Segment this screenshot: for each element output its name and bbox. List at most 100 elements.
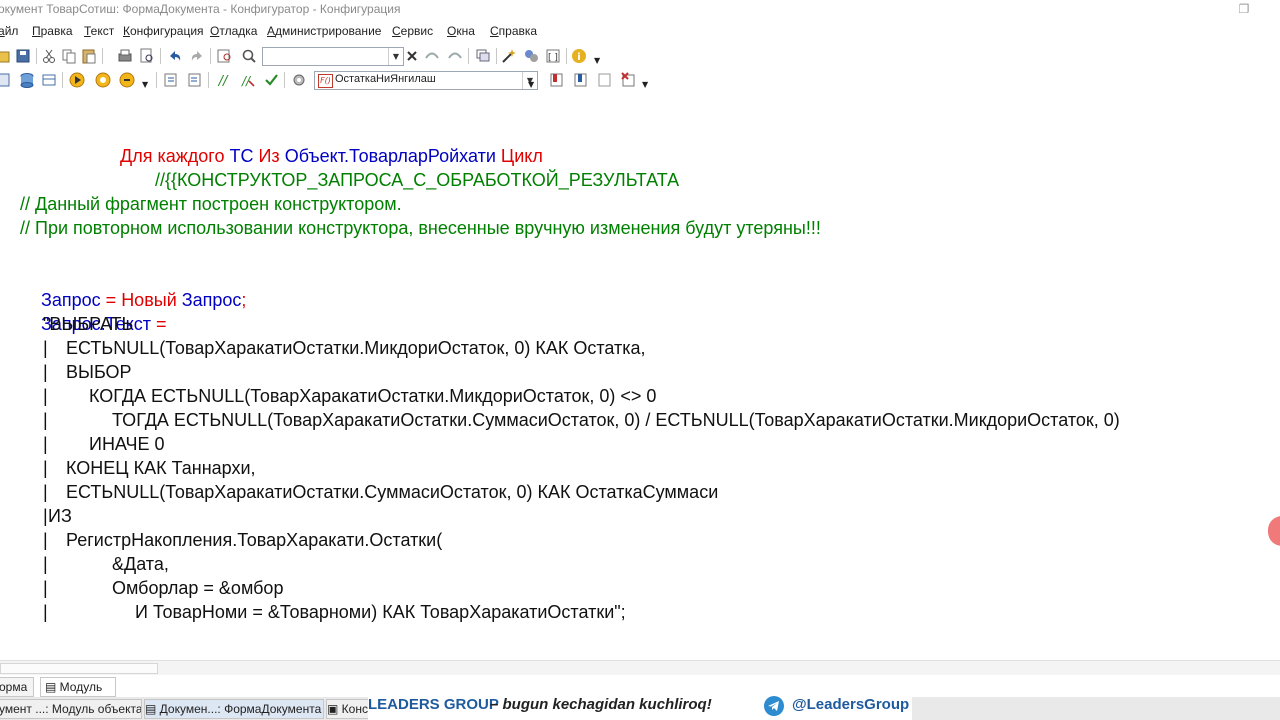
task-document-form[interactable]: ▤ Докумен...: ФормаДокумента	[144, 699, 324, 719]
code-line-2: //{{КОНСТРУКТОР_ЗАПРОСА_С_ОБРАБОТКОЙ_РЕЗ…	[155, 170, 680, 190]
redo-icon[interactable]	[188, 47, 206, 65]
pipe-12: |	[43, 434, 48, 454]
grid-icon[interactable]	[0, 71, 12, 89]
comment-icon[interactable]: //	[214, 71, 232, 89]
function-icon: F()	[318, 74, 333, 88]
search-icon[interactable]	[240, 47, 258, 65]
windows-icon[interactable]	[474, 47, 492, 65]
procedures-list-icon[interactable]	[290, 71, 308, 89]
task-console[interactable]: ▣ Конс	[326, 699, 370, 719]
pipe-16: |	[43, 530, 48, 550]
task-object-module-label: умент ...: Модуль объекта	[0, 702, 142, 716]
code-line-12: ИНАЧЕ 0	[89, 434, 165, 454]
search-input[interactable]: ▼	[262, 47, 404, 66]
menu-service[interactable]: Сервис	[392, 24, 433, 38]
connect-icon[interactable]	[118, 71, 136, 89]
info-icon[interactable]: i	[570, 47, 588, 65]
find-icon[interactable]	[216, 47, 234, 65]
code-line-8: ЕСТЬNULL(ТоварХаракатиОстатки.МикдориОст…	[66, 338, 646, 358]
menu-debug[interactable]: Отладка	[210, 24, 257, 38]
horizontal-scrollbar[interactable]	[0, 660, 1280, 675]
open-icon[interactable]	[0, 47, 12, 65]
code-line-7: "ВЫБРАТЬ	[43, 314, 134, 334]
code-line-17: &Дата,	[112, 554, 169, 574]
pipe-19: |	[43, 602, 48, 622]
procedure-select[interactable]: F() ОстаткаНиЯнгилаш ▼	[314, 71, 538, 90]
debug-dropdown-icon[interactable]: ▼	[142, 80, 148, 89]
wizard-icon[interactable]	[500, 47, 518, 65]
find-next-icon[interactable]	[423, 47, 441, 65]
paste-icon[interactable]	[80, 47, 98, 65]
bookmark-next-icon[interactable]	[572, 71, 590, 89]
tab-forma[interactable]: орма	[0, 677, 34, 697]
menu-windows[interactable]: Окна	[447, 24, 475, 38]
code-line-15: ИЗ	[48, 506, 72, 526]
print-icon[interactable]	[116, 47, 134, 65]
tab-modul[interactable]: ▤ Модуль	[40, 677, 116, 697]
indent-icon[interactable]	[162, 71, 180, 89]
bookmark-add-icon[interactable]	[548, 71, 566, 89]
bookmarks-dropdown-icon[interactable]: ▼	[642, 80, 648, 89]
console-icon: ▣	[327, 702, 342, 716]
pipe-10: |	[43, 386, 48, 406]
pipe-17: |	[43, 554, 48, 574]
module-icon[interactable]: [ ]	[544, 47, 562, 65]
brand-slogan: – bugun kechagidan kuchliroq!	[490, 696, 712, 713]
tab-forma-label: орма	[0, 680, 28, 694]
print-preview-icon[interactable]	[138, 47, 156, 65]
pipe-14: |	[43, 482, 48, 502]
menu-administration[interactable]: Администрирование	[267, 24, 381, 38]
uncomment-icon[interactable]: //	[238, 71, 256, 89]
telegram-handle: @LeadersGroup	[792, 696, 910, 713]
save-icon[interactable]	[14, 47, 32, 65]
more-dropdown-icon[interactable]: ▼	[594, 56, 600, 65]
module-toolbar: ▼ // // F() ОстаткаНиЯнгилаш ▼ ▼ ▼	[0, 68, 1280, 92]
task-console-label: Конс	[341, 702, 368, 716]
syntax-helper-icon[interactable]	[522, 47, 540, 65]
procedure-select-value: ОстаткаНиЯнгилаш	[335, 73, 436, 85]
menu-file[interactable]: айл	[0, 24, 18, 38]
code-editor[interactable]: Для каждого ТС Из Объект.ТоварларРойхати…	[0, 100, 1280, 660]
pipe-11: |	[43, 410, 48, 430]
outdent-icon[interactable]	[186, 71, 204, 89]
window-title: окумент ТоварСотиш: ФормаДокумента - Кон…	[0, 2, 401, 16]
svg-text://: //	[241, 74, 252, 88]
find-prev-icon[interactable]	[446, 47, 464, 65]
database-icon[interactable]	[18, 71, 36, 89]
svg-text:[ ]: [ ]	[548, 53, 558, 63]
standard-toolbar: ▼ [ ] i ▼	[0, 44, 1280, 68]
check-syntax-icon[interactable]	[262, 71, 280, 89]
pipe-8: |	[43, 338, 48, 358]
chevron-down-icon[interactable]: ▼	[388, 48, 403, 65]
menu-edit[interactable]: Правка	[32, 24, 73, 38]
bookmark-prev-icon[interactable]	[596, 71, 614, 89]
code-line-10: КОГДА ЕСТЬNULL(ТоварХаракатиОстатки.Микд…	[89, 386, 657, 406]
menu-text[interactable]: Текст	[84, 24, 114, 38]
code-line-11: ТОГДА ЕСТЬNULL(ТоварХаракатиОстатки.Сумм…	[112, 410, 1120, 430]
task-object-module[interactable]: умент ...: Модуль объекта	[0, 699, 142, 719]
svg-text:i: i	[577, 52, 580, 63]
restore-icon[interactable]: ❐	[1236, 1, 1252, 17]
telegram-icon	[764, 696, 784, 716]
run-icon[interactable]	[94, 71, 112, 89]
cut-icon[interactable]	[40, 47, 58, 65]
code-line-4: // При повторном использовании конструкт…	[20, 218, 821, 238]
watermark-banner: LEADERS GROUP – bugun kechagidan kuchlir…	[368, 694, 912, 720]
clear-search-icon[interactable]	[403, 47, 421, 65]
menu-help[interactable]: Справка	[490, 24, 537, 38]
table-icon[interactable]	[40, 71, 58, 89]
code-line-18: Омборлар = &омбор	[112, 578, 284, 598]
module-tab-icon: ▤	[45, 680, 60, 694]
task-document-form-label: Докумен...: ФормаДокумента	[159, 702, 322, 716]
menu-configuration[interactable]: Конфигурация	[123, 24, 204, 38]
undo-icon[interactable]	[166, 47, 184, 65]
code-line-9: ВЫБОР	[66, 362, 132, 382]
start-debug-icon[interactable]	[68, 71, 86, 89]
bookmark-clear-icon[interactable]	[620, 71, 638, 89]
pipe-9: |	[43, 362, 48, 382]
copy-icon[interactable]	[60, 47, 78, 65]
form-icon: ▤	[145, 702, 160, 716]
pipe-13: |	[43, 458, 48, 478]
scrollbar-thumb[interactable]	[0, 663, 158, 674]
procedure-more-icon[interactable]: ▼	[528, 80, 534, 89]
